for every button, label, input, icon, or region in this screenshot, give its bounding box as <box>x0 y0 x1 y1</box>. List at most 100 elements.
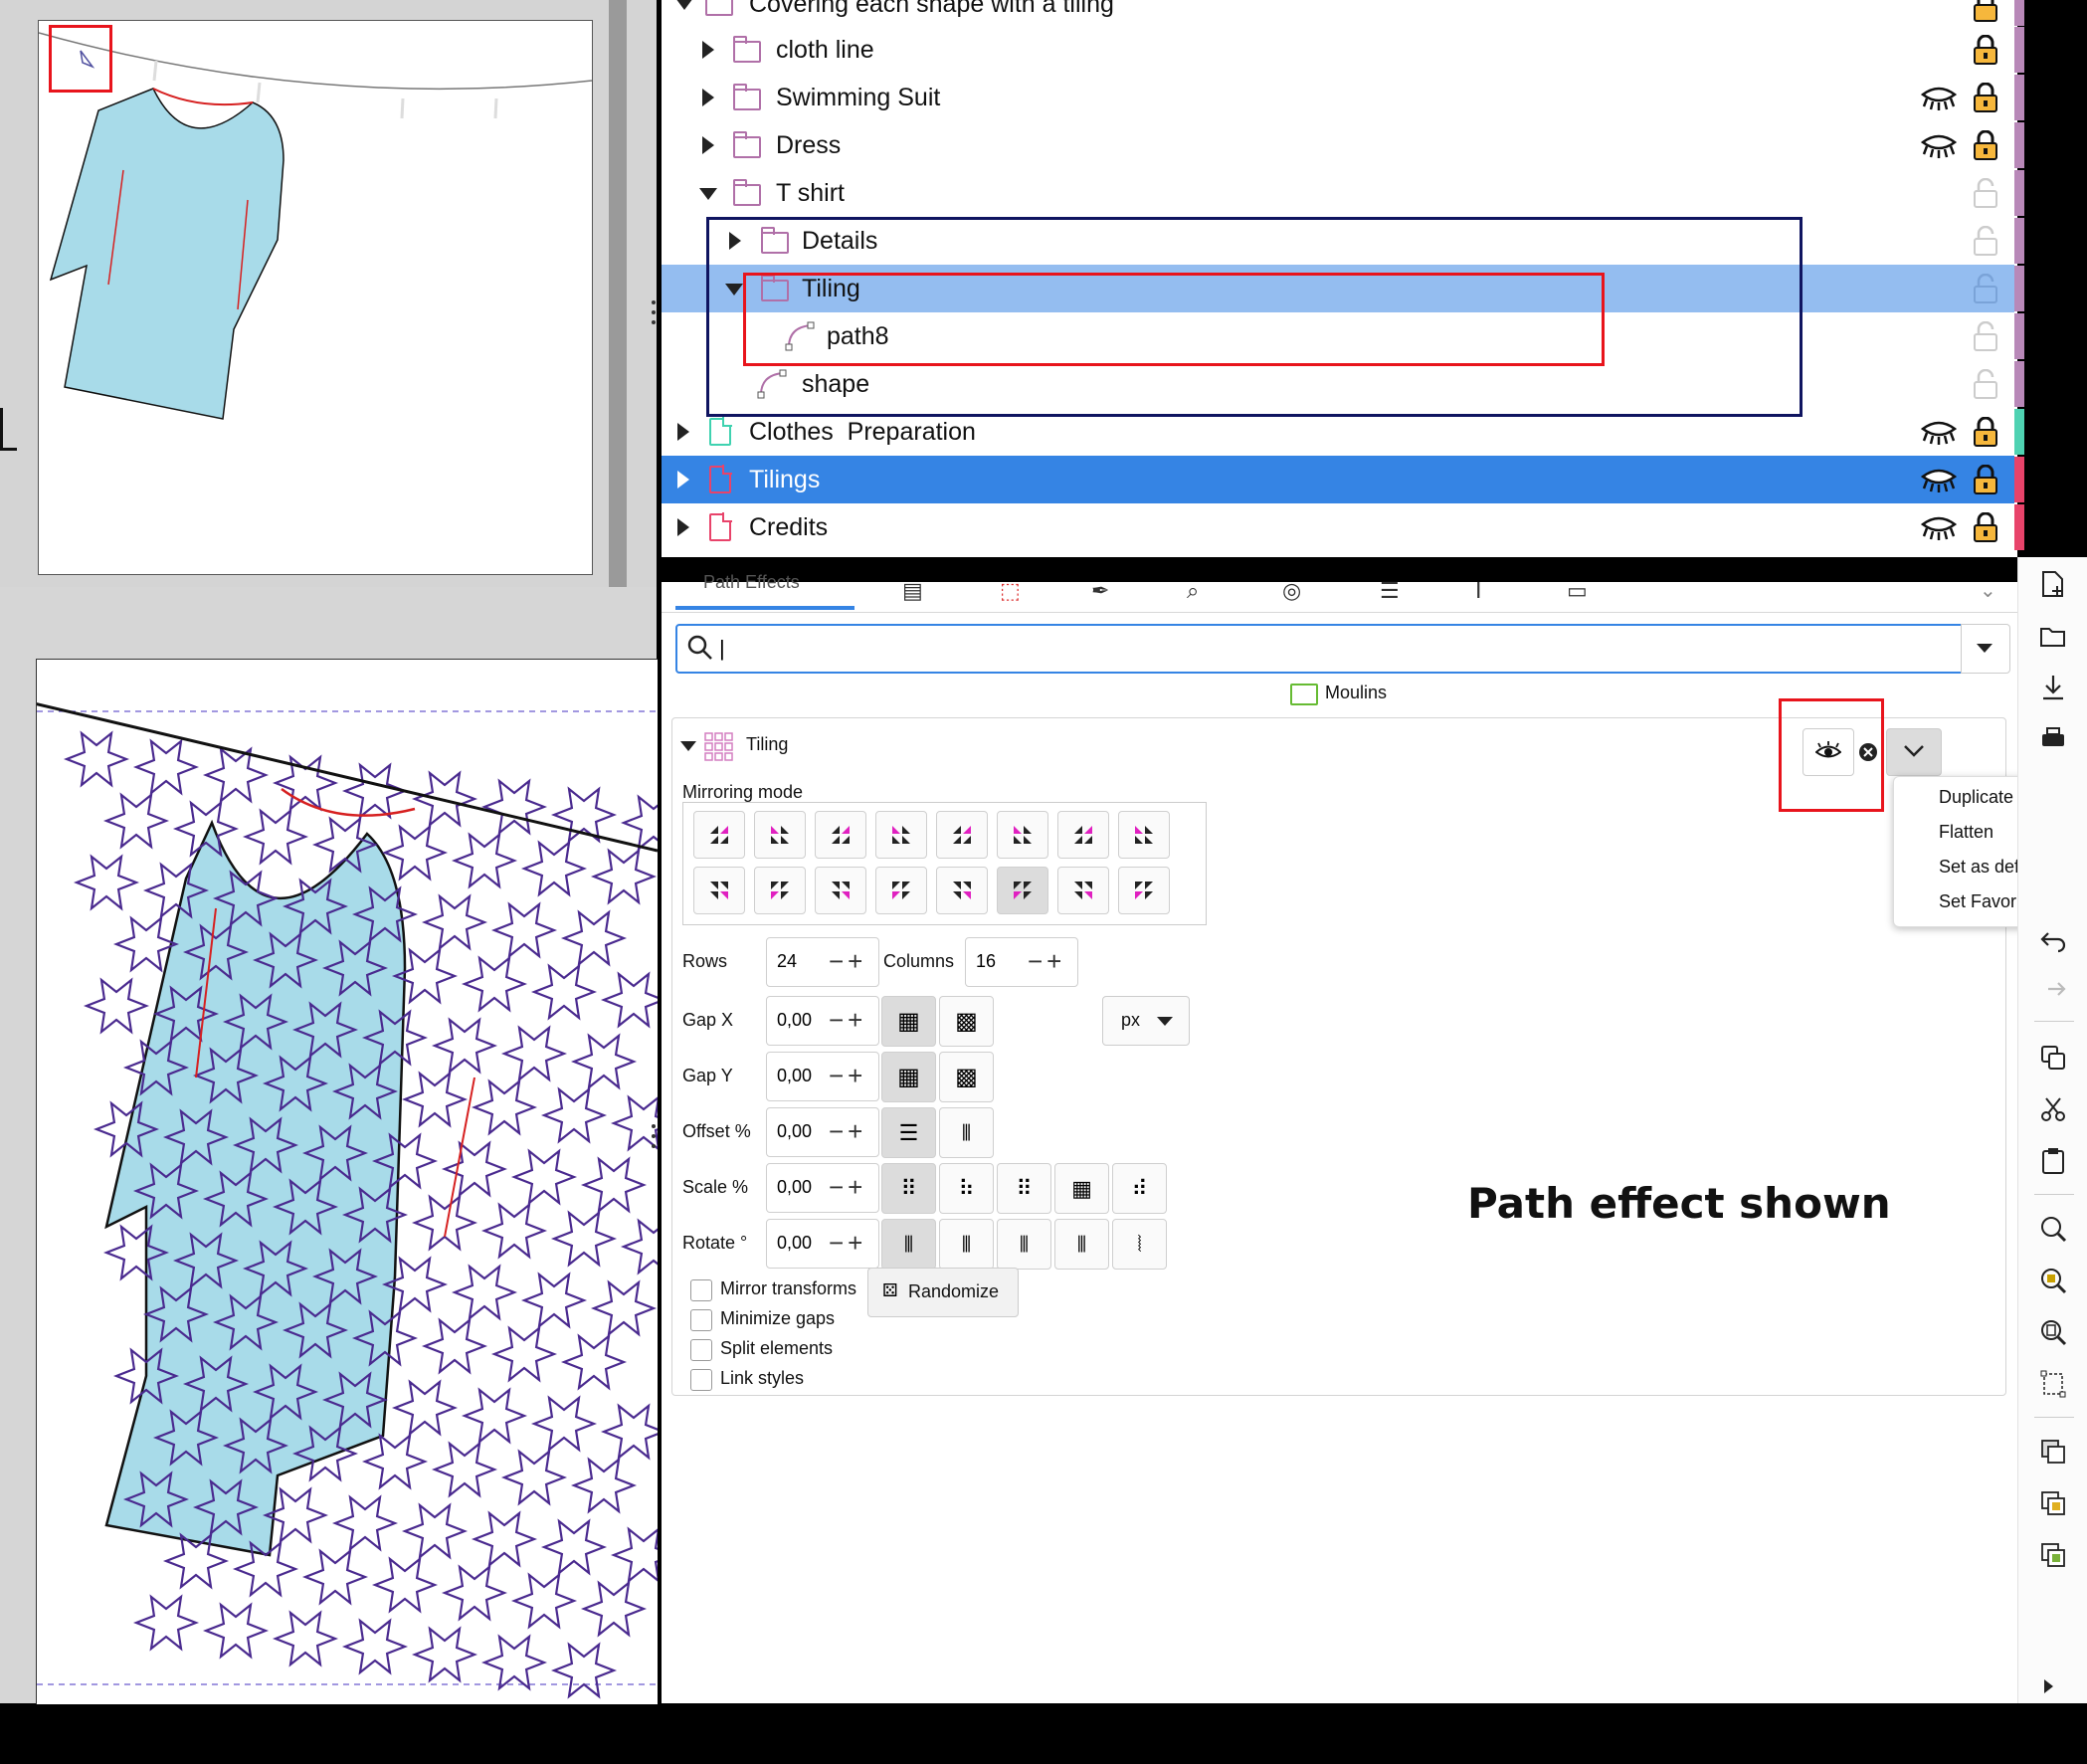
selectors-icon[interactable]: ⬚ <box>1000 578 1021 604</box>
find-icon[interactable]: ⌕ <box>1187 578 1199 604</box>
text-icon[interactable]: Ⅰ <box>1475 578 1482 604</box>
lock-icon[interactable] <box>1973 130 1998 160</box>
cut-icon[interactable] <box>2038 1094 2068 1124</box>
layer-row[interactable]: Covering each shape with a tiling <box>662 0 2024 28</box>
unlocked-icon[interactable] <box>1973 226 1998 256</box>
gap-y-mode-button[interactable]: ▦ <box>881 1052 936 1102</box>
duplicate-icon[interactable] <box>2038 1437 2068 1467</box>
unlocked-icon[interactable] <box>1973 178 1998 208</box>
scale-mode-button[interactable]: ⠾ <box>1112 1163 1167 1214</box>
collapse-triangle-icon[interactable] <box>675 0 693 10</box>
rotate-mode-button[interactable]: ⦀ <box>881 1219 936 1270</box>
mirroring-mode-button[interactable] <box>1118 867 1170 914</box>
mirroring-mode-button[interactable] <box>754 811 806 859</box>
gap-y-mode-button[interactable]: ▩ <box>939 1052 994 1102</box>
lock-icon[interactable] <box>1973 35 1998 65</box>
effect-search-input[interactable]: | <box>675 624 1965 674</box>
randomize-button[interactable]: ⚄ Randomize <box>867 1268 1019 1317</box>
mirroring-mode-button[interactable] <box>1118 811 1170 859</box>
rotate-spinbox[interactable]: 0,00 −+ <box>766 1219 879 1269</box>
rotate-mode-button[interactable]: ⦀ <box>939 1219 994 1270</box>
menu-item-duplicate[interactable]: Duplicate <box>1939 787 2013 808</box>
scale-mode-button[interactable]: ▦ <box>1054 1163 1109 1214</box>
offset-spinbox[interactable]: 0,00 −+ <box>766 1107 879 1157</box>
panel-splitter-handle[interactable] <box>649 1124 659 1148</box>
new-document-icon[interactable] <box>2038 569 2068 599</box>
mirroring-mode-button[interactable] <box>754 867 806 914</box>
expand-triangle-icon[interactable] <box>702 41 714 59</box>
rotate-mode-button[interactable]: ⦀ <box>997 1219 1051 1270</box>
mirroring-mode-button[interactable] <box>693 867 745 914</box>
mirroring-mode-button[interactable] <box>936 811 988 859</box>
columns-spinbox[interactable]: 16 −+ <box>965 937 1078 987</box>
hidden-eye-icon[interactable] <box>1921 514 1957 540</box>
scale-mode-button[interactable]: ⠿ <box>997 1163 1051 1214</box>
collapse-triangle-icon[interactable] <box>680 741 696 751</box>
redo-icon[interactable] <box>2038 975 2068 1005</box>
mirroring-mode-button[interactable] <box>936 867 988 914</box>
unlink-clone-icon[interactable] <box>2038 1540 2068 1570</box>
hidden-eye-icon[interactable] <box>1921 132 1957 158</box>
zoom-drawing-icon[interactable] <box>2038 1266 2068 1295</box>
menu-item-flatten[interactable]: Flatten <box>1939 822 1993 843</box>
layer-row-selected[interactable]: Tilings <box>662 456 2024 503</box>
hidden-eye-icon[interactable] <box>1921 85 1957 110</box>
expand-triangle-icon[interactable] <box>702 89 714 106</box>
layer-row[interactable]: cloth line <box>662 26 2024 74</box>
mirroring-mode-button[interactable] <box>693 811 745 859</box>
link-styles-checkbox[interactable] <box>690 1369 712 1391</box>
mirroring-mode-button[interactable] <box>1057 867 1109 914</box>
collapse-triangle-icon[interactable] <box>699 188 717 200</box>
expand-triangle-icon[interactable] <box>677 471 689 489</box>
zoom-selection-icon[interactable] <box>2038 1214 2068 1244</box>
layer-row[interactable]: Credits <box>662 503 2024 551</box>
mirroring-mode-button[interactable] <box>815 867 866 914</box>
unlocked-icon[interactable] <box>1973 274 1998 303</box>
expand-triangle-icon[interactable] <box>677 518 689 536</box>
print-icon[interactable] <box>2038 724 2068 754</box>
vertical-scrollbar[interactable] <box>609 0 627 587</box>
expand-triangle-icon[interactable] <box>677 423 689 441</box>
effect-menu-button[interactable] <box>1886 728 1942 776</box>
gap-x-mode-button[interactable]: ▩ <box>939 996 994 1047</box>
layer-row[interactable]: Dress <box>662 121 2024 169</box>
unlocked-icon[interactable] <box>1973 321 1998 351</box>
gap-x-mode-button[interactable]: ▦ <box>881 996 936 1047</box>
hidden-eye-icon[interactable] <box>1921 467 1957 492</box>
rotate-mode-button[interactable]: ⦚ <box>1112 1219 1167 1270</box>
resize-page-icon[interactable] <box>2038 1369 2068 1399</box>
align-icon[interactable]: ☰ <box>1380 578 1400 604</box>
mirror-transforms-checkbox[interactable] <box>690 1279 712 1301</box>
unit-select[interactable]: px <box>1102 996 1190 1046</box>
gap-x-spinbox[interactable]: 0,00 −+ <box>766 996 879 1046</box>
lock-icon[interactable] <box>1973 512 1998 542</box>
panel-splitter-handle[interactable] <box>649 300 659 324</box>
document-properties-icon[interactable]: ▤ <box>902 578 923 604</box>
rotate-mode-button[interactable]: ⦀ <box>1054 1219 1109 1270</box>
tab-path-effects[interactable]: Path Effects <box>675 572 854 610</box>
lock-icon[interactable] <box>1973 0 1998 22</box>
gap-y-spinbox[interactable]: 0,00 −+ <box>766 1052 879 1101</box>
scale-spinbox[interactable]: 0,00 −+ <box>766 1163 879 1213</box>
copy-icon[interactable] <box>2038 1043 2068 1073</box>
pen-icon[interactable]: ✒ <box>1091 578 1109 604</box>
rows-spinbox[interactable]: 24 −+ <box>766 937 879 987</box>
offset-columns-button[interactable]: ⦀ <box>939 1107 994 1158</box>
swatches-icon[interactable]: ◎ <box>1282 578 1301 604</box>
export-icon[interactable]: ▭ <box>1567 578 1588 604</box>
expand-triangle-icon[interactable] <box>702 136 714 154</box>
offset-rows-button[interactable]: ☰ <box>881 1107 936 1158</box>
scale-mode-button[interactable]: ⠿ <box>881 1163 936 1214</box>
mirroring-mode-button[interactable] <box>1057 811 1109 859</box>
hidden-eye-icon[interactable] <box>1921 419 1957 445</box>
mirroring-mode-button[interactable] <box>997 867 1048 914</box>
canvas-preview-bottom[interactable] <box>0 587 687 1704</box>
tab-overflow-chevron-icon[interactable]: ⌄ <box>1980 578 1996 603</box>
minimize-gaps-checkbox[interactable] <box>690 1309 712 1331</box>
paste-icon[interactable] <box>2038 1146 2068 1176</box>
mirroring-mode-button[interactable] <box>875 811 927 859</box>
clone-icon[interactable] <box>2038 1488 2068 1518</box>
layer-row[interactable]: Swimming Suit <box>662 74 2024 121</box>
lock-icon[interactable] <box>1973 417 1998 447</box>
unlocked-icon[interactable] <box>1973 369 1998 399</box>
